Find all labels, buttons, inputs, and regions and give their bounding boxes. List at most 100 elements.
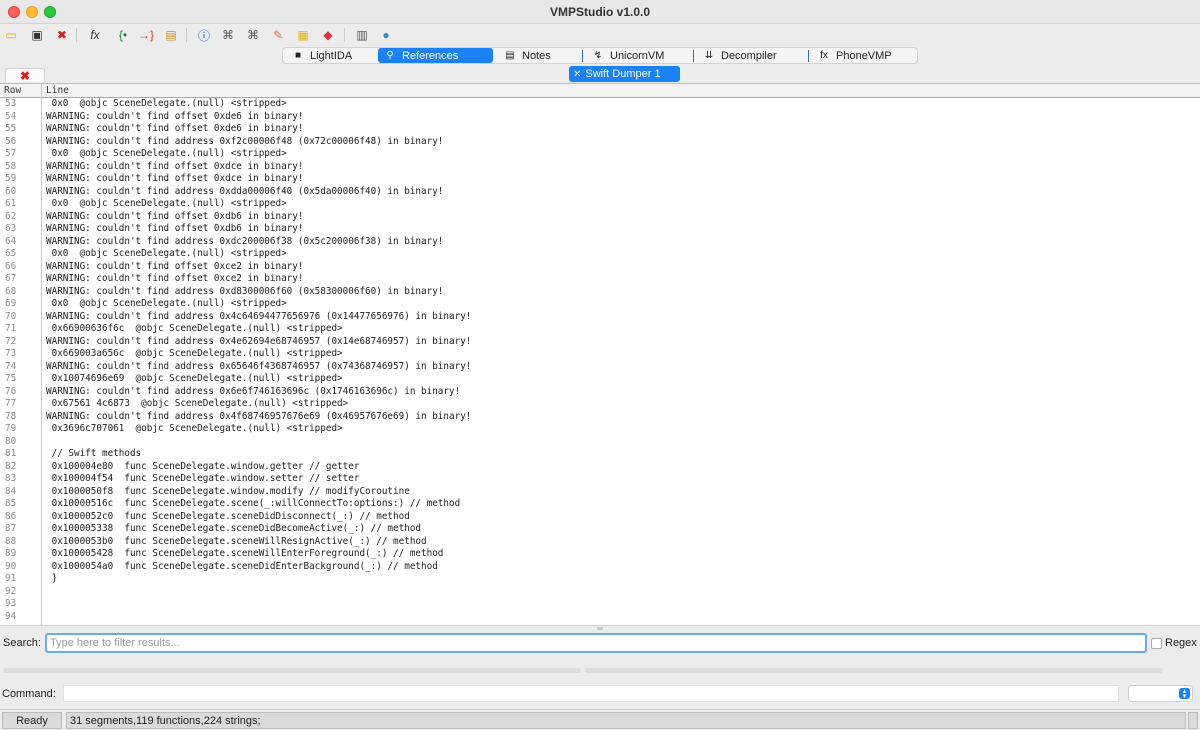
table-row[interactable]: 57 0x0 @objc SceneDelegate.(null) <strip… xyxy=(0,148,1200,161)
eraser-icon[interactable]: ◆ xyxy=(320,27,336,43)
globe-icon[interactable]: ● xyxy=(378,27,394,43)
search-input[interactable] xyxy=(45,633,1147,653)
horizontal-scrollbar-left[interactable] xyxy=(3,668,581,673)
table-row[interactable]: 60 WARNING: couldn't find address 0xdda00… xyxy=(0,186,1200,199)
table-row[interactable]: 76 WARNING: couldn't find address 0x6e6f7… xyxy=(0,386,1200,399)
notes-icon[interactable]: ▦ xyxy=(295,27,311,43)
table-row[interactable]: 55 WARNING: couldn't find offset 0xde6 in… xyxy=(0,123,1200,136)
table-row[interactable]: 75 0x10074696e69 @objc SceneDelegate.(nu… xyxy=(0,373,1200,386)
table-row[interactable]: 53 0x0 @objc SceneDelegate.(null) <strip… xyxy=(0,98,1200,111)
table-row[interactable]: 58 WARNING: couldn't find offset 0xdce in… xyxy=(0,161,1200,174)
table-row[interactable]: 89 0x100005428 func SceneDelegate.sceneW… xyxy=(0,548,1200,561)
export-icon[interactable]: ▤ xyxy=(163,27,179,43)
row-number: 63 xyxy=(5,223,17,234)
tab-references[interactable]: ⚲ References xyxy=(378,48,493,63)
column-header-row[interactable]: Row xyxy=(4,85,21,96)
tab-decompiler[interactable]: ⇊ Decompiler xyxy=(697,48,809,63)
row-line: WARNING: couldn't find offset 0xdb6 in b… xyxy=(46,210,304,222)
call-graph-icon[interactable]: ⌘ xyxy=(245,27,261,43)
table-row[interactable]: 92 xyxy=(0,586,1200,599)
row-line: 0x3696c707061 @objc SceneDelegate.(null)… xyxy=(46,423,343,434)
command-label: Command: xyxy=(2,688,56,700)
main-tab-bar: ■ LightIDA ⚲ References ▤ Notes ↯ UnicornVM ⇊ Dec… xyxy=(282,47,918,64)
function-icon[interactable]: fx xyxy=(87,27,103,43)
table-row[interactable]: 64 WARNING: couldn't find address 0xdc200… xyxy=(0,236,1200,249)
results-table[interactable]: Row Line 53 0x0 @objc SceneDelegate.(nul… xyxy=(0,83,1200,626)
table-row[interactable]: 90 0x1000054a0 func SceneDelegate.sceneD… xyxy=(0,561,1200,574)
table-row[interactable]: 86 0x1000052c0 func SceneDelegate.sceneD… xyxy=(0,511,1200,524)
jump-to-entry-icon[interactable]: {• xyxy=(115,27,131,43)
table-row[interactable]: 63 WARNING: couldn't find offset 0xdb6 in… xyxy=(0,223,1200,236)
table-row[interactable]: 72 WARNING: couldn't find address 0x4e626… xyxy=(0,336,1200,349)
table-row[interactable]: 74 WARNING: couldn't find address 0x65646… xyxy=(0,361,1200,374)
info-icon[interactable]: ⓘ xyxy=(196,27,212,43)
row-number: 58 xyxy=(5,160,17,172)
table-row[interactable]: 80 xyxy=(0,436,1200,449)
table-row[interactable]: 62 WARNING: couldn't find offset 0xdb6 in… xyxy=(0,211,1200,224)
table-row[interactable]: 56 WARNING: couldn't find address 0xf2c00… xyxy=(0,136,1200,149)
row-line: WARNING: couldn't find offset 0xce2 in b… xyxy=(46,273,304,284)
table-row[interactable]: 82 0x100004e80 func SceneDelegate.window… xyxy=(0,461,1200,474)
tab-label: Swift Dumper 1 xyxy=(585,68,661,80)
row-number: 57 xyxy=(5,148,17,159)
command-mode-select[interactable]: ▴ ▾ xyxy=(1128,685,1193,702)
table-row[interactable]: 78 WARNING: couldn't find address 0x4f687… xyxy=(0,411,1200,424)
table-row[interactable]: 85 0x10000516c func SceneDelegate.scene(… xyxy=(0,498,1200,511)
tab-phonevmp[interactable]: fx PhoneVMP xyxy=(812,48,916,63)
table-row[interactable]: 83 0x100004f54 func SceneDelegate.window… xyxy=(0,473,1200,486)
tab-unicornvm[interactable]: ↯ UnicornVM xyxy=(586,48,694,63)
table-row[interactable]: 81 // Swift methods xyxy=(0,448,1200,461)
tab-swift-dumper[interactable]: ✕ Swift Dumper 1 xyxy=(569,66,680,82)
row-number: 62 xyxy=(5,210,17,222)
close-icon[interactable]: ✕ xyxy=(573,69,581,80)
table-row[interactable]: 88 0x1000053b0 func SceneDelegate.sceneW… xyxy=(0,536,1200,549)
table-row[interactable]: 93 xyxy=(0,598,1200,611)
table-row[interactable]: 91 } xyxy=(0,573,1200,586)
tab-lightida[interactable]: ■ LightIDA xyxy=(286,48,376,63)
flow-graph-icon[interactable]: ⌘ xyxy=(220,27,236,43)
row-number: 83 xyxy=(5,473,17,484)
command-input[interactable] xyxy=(63,685,1119,702)
table-row[interactable]: 61 0x0 @objc SceneDelegate.(null) <strip… xyxy=(0,198,1200,211)
toolbar-separator xyxy=(344,28,345,42)
table-row[interactable]: 84 0x1000050f8 func SceneDelegate.window… xyxy=(0,486,1200,499)
regex-checkbox[interactable] xyxy=(1151,638,1162,649)
row-number: 94 xyxy=(5,610,17,622)
tab-notes[interactable]: ▤ Notes xyxy=(498,48,584,63)
table-row[interactable]: 54 WARNING: couldn't find offset 0xde6 in… xyxy=(0,111,1200,124)
row-number: 90 xyxy=(5,560,17,572)
horizontal-scrollbar-right[interactable] xyxy=(585,668,1163,673)
table-row[interactable]: 94 xyxy=(0,611,1200,624)
table-row[interactable]: 79 0x3696c707061 @objc SceneDelegate.(nu… xyxy=(0,423,1200,436)
row-number: 70 xyxy=(5,310,17,322)
table-row[interactable]: 68 WARNING: couldn't find address 0xd8300… xyxy=(0,286,1200,299)
close-tab-button[interactable]: ✖ xyxy=(5,68,45,83)
save-icon[interactable]: ▣ xyxy=(29,27,45,43)
table-row[interactable]: 59 WARNING: couldn't find offset 0xdce in… xyxy=(0,173,1200,186)
close-file-icon[interactable]: ✖ xyxy=(54,27,70,43)
toolbar-separator xyxy=(186,28,187,42)
patch-icon[interactable]: ✎ xyxy=(270,27,286,43)
row-number: 85 xyxy=(5,498,17,509)
splitter-handle[interactable] xyxy=(597,627,603,630)
table-row[interactable]: 73 0x669003a656c @objc SceneDelegate.(nu… xyxy=(0,348,1200,361)
jump-forward-icon[interactable]: →} xyxy=(138,27,154,43)
table-row[interactable]: 69 0x0 @objc SceneDelegate.(null) <strip… xyxy=(0,298,1200,311)
row-line: WARNING: couldn't find offset 0xce2 in b… xyxy=(46,260,304,272)
table-row[interactable]: 67 WARNING: couldn't find offset 0xce2 in… xyxy=(0,273,1200,286)
table-row[interactable]: 77 0x67561 4c6873 @objc SceneDelegate.(n… xyxy=(0,398,1200,411)
row-number: 59 xyxy=(5,173,17,184)
calculator-icon[interactable]: ▥ xyxy=(354,27,370,43)
table-row[interactable]: 71 0x66900636f6c @objc SceneDelegate.(nu… xyxy=(0,323,1200,336)
row-line: 0x100005428 func SceneDelegate.sceneWill… xyxy=(46,548,444,559)
table-row[interactable]: 65 0x0 @objc SceneDelegate.(null) <strip… xyxy=(0,248,1200,261)
row-line: 0x1000050f8 func SceneDelegate.window.mo… xyxy=(46,485,410,497)
table-row[interactable]: 87 0x100005338 func SceneDelegate.sceneD… xyxy=(0,523,1200,536)
row-number: 84 xyxy=(5,485,17,497)
row-line: 0x100005338 func SceneDelegate.sceneDidB… xyxy=(46,523,422,534)
column-header-line[interactable]: Line xyxy=(46,85,69,96)
table-row[interactable]: 66 WARNING: couldn't find offset 0xce2 in… xyxy=(0,261,1200,274)
tab-divider xyxy=(582,50,583,62)
open-folder-icon[interactable]: ▭ xyxy=(3,27,19,43)
table-row[interactable]: 70 WARNING: couldn't find address 0x4c646… xyxy=(0,311,1200,324)
